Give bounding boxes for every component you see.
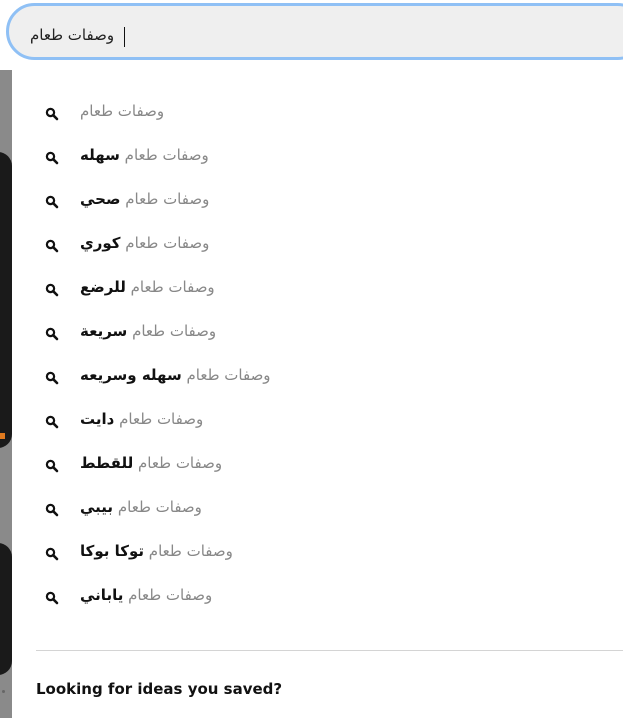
- suggestion-text: وصفات طعام بيبي: [80, 498, 202, 516]
- suggestion-suffix: سريعة: [80, 322, 128, 340]
- suggestion-query: وصفات طعام: [128, 586, 213, 604]
- suggestion-suffix: للرضع: [80, 278, 126, 296]
- suggestion-text: وصفات طعام دايت: [80, 410, 203, 428]
- suggestion-suffix: توكا بوكا: [80, 542, 145, 560]
- suggestion-item[interactable]: وصفات طعام سهله وسريعه: [12, 355, 623, 399]
- suggestion-item[interactable]: وصفات طعام للقطط: [12, 443, 623, 487]
- suggestion-query: وصفات طعام: [117, 498, 202, 516]
- suggestion-suffix: سهله وسريعه: [80, 366, 182, 384]
- suggestion-query: وصفات طعام: [125, 234, 210, 252]
- suggestion-text: وصفات طعام للقطط: [80, 454, 222, 472]
- background-accent: [0, 433, 5, 439]
- suggestion-suffix: سهله: [80, 146, 120, 164]
- suggestion-text: وصفات طعام سريعة: [80, 322, 216, 340]
- background-dot: [2, 690, 5, 693]
- search-icon: [45, 502, 59, 517]
- search-icon: [45, 590, 59, 605]
- suggestion-query: وصفات طعام: [148, 542, 233, 560]
- suggestion-text: وصفات طعام صحي: [80, 190, 209, 208]
- suggestion-item[interactable]: وصفات طعام بيبي: [12, 487, 623, 531]
- suggestion-suffix: دايت: [80, 410, 115, 428]
- page: وصفات طعام وصفات طعام وصفات طعام سهله وصفا…: [0, 0, 623, 718]
- suggestion-suffix: ياباني: [80, 586, 124, 604]
- suggestion-text: وصفات طعام للرضع: [80, 278, 215, 296]
- suggestion-text: وصفات طعام توكا بوكا: [80, 542, 233, 560]
- suggestion-text: وصفات طعام سهله: [80, 146, 209, 164]
- divider: [36, 650, 623, 651]
- search-icon: [45, 458, 59, 473]
- suggestion-suffix: كوري: [80, 234, 121, 252]
- suggestion-item[interactable]: وصفات طعام توكا بوكا: [12, 531, 623, 575]
- suggestion-suffix: بيبي: [80, 498, 114, 516]
- suggestion-text: وصفات طعام: [80, 102, 164, 120]
- saved-ideas-link[interactable]: Looking for ideas you saved?: [36, 680, 282, 698]
- suggestion-query: وصفات طعام: [124, 146, 209, 164]
- suggestion-text: وصفات طعام ياباني: [80, 586, 212, 604]
- search-icon: [45, 546, 59, 561]
- background-pin-card: [0, 152, 12, 448]
- suggestion-query: وصفات طعام: [138, 454, 223, 472]
- suggestion-text: وصفات طعام سهله وسريعه: [80, 366, 271, 384]
- suggestion-item[interactable]: وصفات طعام سريعة: [12, 311, 623, 355]
- suggestion-item[interactable]: وصفات طعام: [12, 91, 623, 135]
- text-caret: [124, 27, 125, 47]
- suggestion-item[interactable]: وصفات طعام للرضع: [12, 267, 623, 311]
- search-icon: [45, 282, 59, 297]
- search-icon: [45, 106, 59, 121]
- suggestion-query: وصفات طعام: [132, 322, 217, 340]
- suggestion-query: وصفات طعام: [80, 102, 165, 120]
- search-icon: [45, 194, 59, 209]
- suggestion-item[interactable]: وصفات طعام كوري: [12, 223, 623, 267]
- search-icon: [45, 326, 59, 341]
- suggestion-suffix: للقطط: [80, 454, 134, 472]
- search-icon: [45, 414, 59, 429]
- suggestion-item[interactable]: وصفات طعام سهله: [12, 135, 623, 179]
- search-input[interactable]: وصفات طعام: [30, 26, 114, 44]
- suggestion-text: وصفات طعام كوري: [80, 234, 209, 252]
- suggestion-item[interactable]: وصفات طعام ياباني: [12, 575, 623, 619]
- search-icon: [45, 238, 59, 253]
- suggestion-item[interactable]: وصفات طعام دايت: [12, 399, 623, 443]
- suggestion-query: وصفات طعام: [130, 278, 215, 296]
- suggestion-query: وصفات طعام: [186, 366, 271, 384]
- suggestions-list: وصفات طعام وصفات طعام سهله وصفات طعام صحي و…: [12, 91, 623, 619]
- background-pin-card: [0, 543, 12, 675]
- suggestion-query: وصفات طعام: [119, 410, 204, 428]
- search-icon: [45, 150, 59, 165]
- search-icon: [45, 370, 59, 385]
- suggestions-panel: وصفات طعام وصفات طعام سهله وصفات طعام صحي و…: [12, 70, 623, 718]
- suggestion-suffix: صحي: [80, 190, 121, 208]
- suggestion-item[interactable]: وصفات طعام صحي: [12, 179, 623, 223]
- suggestion-query: وصفات طعام: [125, 190, 210, 208]
- search-bar[interactable]: وصفات طعام: [6, 3, 623, 60]
